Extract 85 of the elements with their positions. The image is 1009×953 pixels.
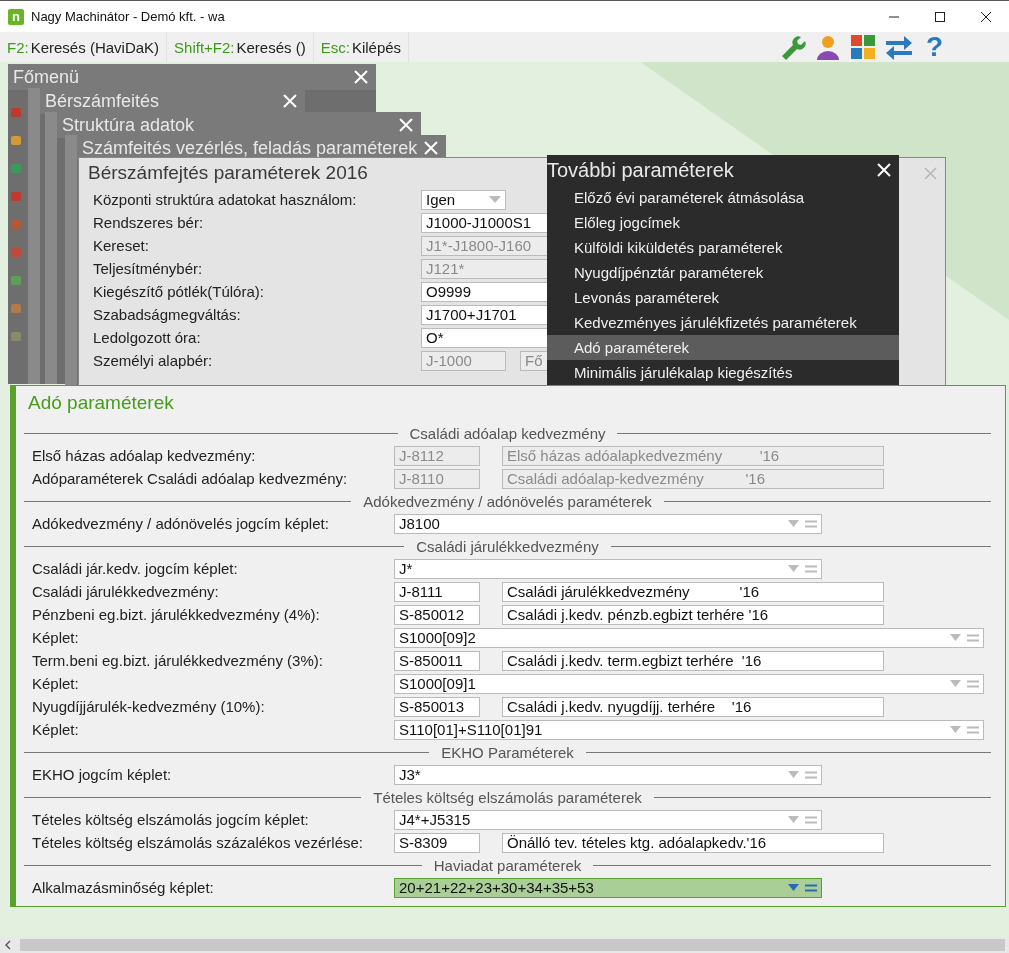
panel-title: Adó paraméterek <box>27 391 175 415</box>
caret-icon <box>788 520 799 527</box>
window-title: Bérszámfeités <box>45 90 160 112</box>
description-field[interactable]: Családi j.kedv. term.egbizt terhére '16 <box>502 650 884 671</box>
window-title: Struktúra adatok <box>62 114 195 136</box>
menu-item-icon[interactable] <box>10 134 22 146</box>
caret-icon <box>950 726 961 733</box>
maximize-icon[interactable] <box>934 10 946 23</box>
description-field[interactable]: Családi j.kedv. pénzb.egbizt terhére '16 <box>502 604 884 625</box>
formula-field[interactable]: J4*+J5315 <box>394 809 822 830</box>
grid-icon[interactable] <box>849 34 876 60</box>
section-title: EKHO Paraméterek <box>441 743 574 761</box>
caret-icon <box>489 196 501 203</box>
field-label: Tételes költség elszámolás százalékos vezérlése: <box>31 834 364 851</box>
caret-icon <box>788 565 799 572</box>
formula-field[interactable]: S1000[09]1 <box>394 673 984 694</box>
formula-field[interactable]: S1000[09]2 <box>394 627 984 648</box>
equals-icon <box>805 883 817 892</box>
field-label: Ledolgozott óra: <box>93 329 202 346</box>
field-label: Családi jár.kedv. jogcím képlet: <box>31 560 239 577</box>
window-title: Számfeités vezérlés, feladás paraméterek <box>82 137 418 159</box>
formula-field[interactable]: S110[01]+S110[01]91 <box>394 719 984 740</box>
field-label: Adóparaméterek Családi adóalap kedvezmény: <box>31 470 349 487</box>
field-label: Tételes költség elszámolás jogcím képlet: <box>31 811 310 828</box>
code-field[interactable]: S-850012 <box>394 604 480 625</box>
equals-icon <box>967 633 979 642</box>
field-label: Nyugdíjjárulék-kedvezmény (10%): <box>31 698 266 715</box>
app-logo: n <box>8 8 24 25</box>
caret-icon <box>788 884 799 891</box>
section-title: Adókedvezmény / adónövelés paraméterek <box>363 492 652 510</box>
formula-field[interactable]: J3* <box>394 764 822 785</box>
formula-field[interactable]: 20+21+22+23+30+34+35+53 <box>394 877 822 898</box>
section-title: Családi járulékkedvezmény <box>416 537 599 555</box>
description-field[interactable]: Önálló tev. tételes ktg. adóalapkedv.'16 <box>502 832 884 853</box>
window-title: Főmenü <box>13 66 80 88</box>
field-label: Rendszeres bér: <box>93 214 205 231</box>
field-label: Személyi alapbér: <box>93 352 214 369</box>
menu-item[interactable]: Adó paraméterek <box>547 335 899 360</box>
field-label: Pénzbeni eg.bizt. járulékkedvezmény (4%): <box>31 606 321 623</box>
caret-icon <box>950 634 961 641</box>
code-field[interactable]: J-8111 <box>394 581 480 602</box>
equals-icon <box>805 770 817 779</box>
window-title: Bérszámfejtés paraméterek 2016 <box>88 162 368 184</box>
field-label: Szabadságmegváltás: <box>93 306 242 323</box>
menu-item[interactable]: Előző évi paraméterek átmásolása <box>547 185 899 210</box>
equals-icon <box>967 679 979 688</box>
menu-title: További paraméterek <box>547 158 734 182</box>
field-label: Adókedvezmény / adónövelés jogcím képlet: <box>31 515 330 532</box>
caret-icon <box>950 680 961 687</box>
field-label: EKHO jogcím képlet: <box>31 766 173 783</box>
field-label: Képlet: <box>31 721 80 738</box>
field-label: Képlet: <box>31 675 80 692</box>
window-title: Nagy Machinátor - Demó kft. - wa <box>31 9 225 24</box>
field-label: Term.beni eg.bizt. járulékkedvezmény (3%): <box>31 652 324 669</box>
field-label: Képlet: <box>31 629 80 646</box>
section-title: Családi adóalap kedvezmény <box>409 424 606 442</box>
equals-icon <box>805 519 817 528</box>
scroll-left-icon[interactable] <box>4 940 12 950</box>
select-field[interactable]: Igen <box>421 189 506 210</box>
caret-icon <box>788 816 799 823</box>
equals-icon <box>805 815 817 824</box>
formula-field[interactable]: J8100 <box>394 513 822 534</box>
equals-icon <box>967 725 979 734</box>
code-field[interactable]: S-850011 <box>394 650 480 671</box>
formula-field[interactable]: J* <box>394 558 822 579</box>
code-field[interactable]: S-850013 <box>394 696 480 717</box>
field-label: Teljesítménybér: <box>93 260 204 277</box>
swap-arrows-icon[interactable] <box>883 33 914 61</box>
field-label: Családi járulékkedvezmény: <box>31 583 220 600</box>
field-label: Kereset: <box>93 237 150 254</box>
help-button[interactable]: ? <box>921 33 947 61</box>
field-label: Kiegészítő pótlék(Túlóra): <box>93 283 265 300</box>
menu-item-icon[interactable] <box>10 274 22 286</box>
description-field[interactable]: Családi járulékkedvezmény '16 <box>502 581 884 602</box>
field-label: Központi struktúra adatokat használom: <box>93 191 358 208</box>
field-label: Első házas adóalap kedvezmény: <box>31 447 257 464</box>
horizontal-scrollbar[interactable] <box>0 937 1009 953</box>
field-label: Alkalmazásminőség képlet: <box>31 879 215 896</box>
equals-icon <box>805 564 817 573</box>
description-field[interactable]: Családi j.kedv. nyugdíjj. terhére '16 <box>502 696 884 717</box>
section-title: Haviadat paraméterek <box>433 856 582 874</box>
section-title: Tételes költség elszámolás paraméterek <box>373 788 642 806</box>
caret-icon <box>788 771 799 778</box>
code-field[interactable]: S-8309 <box>394 832 480 853</box>
close-icon[interactable] <box>980 10 992 23</box>
